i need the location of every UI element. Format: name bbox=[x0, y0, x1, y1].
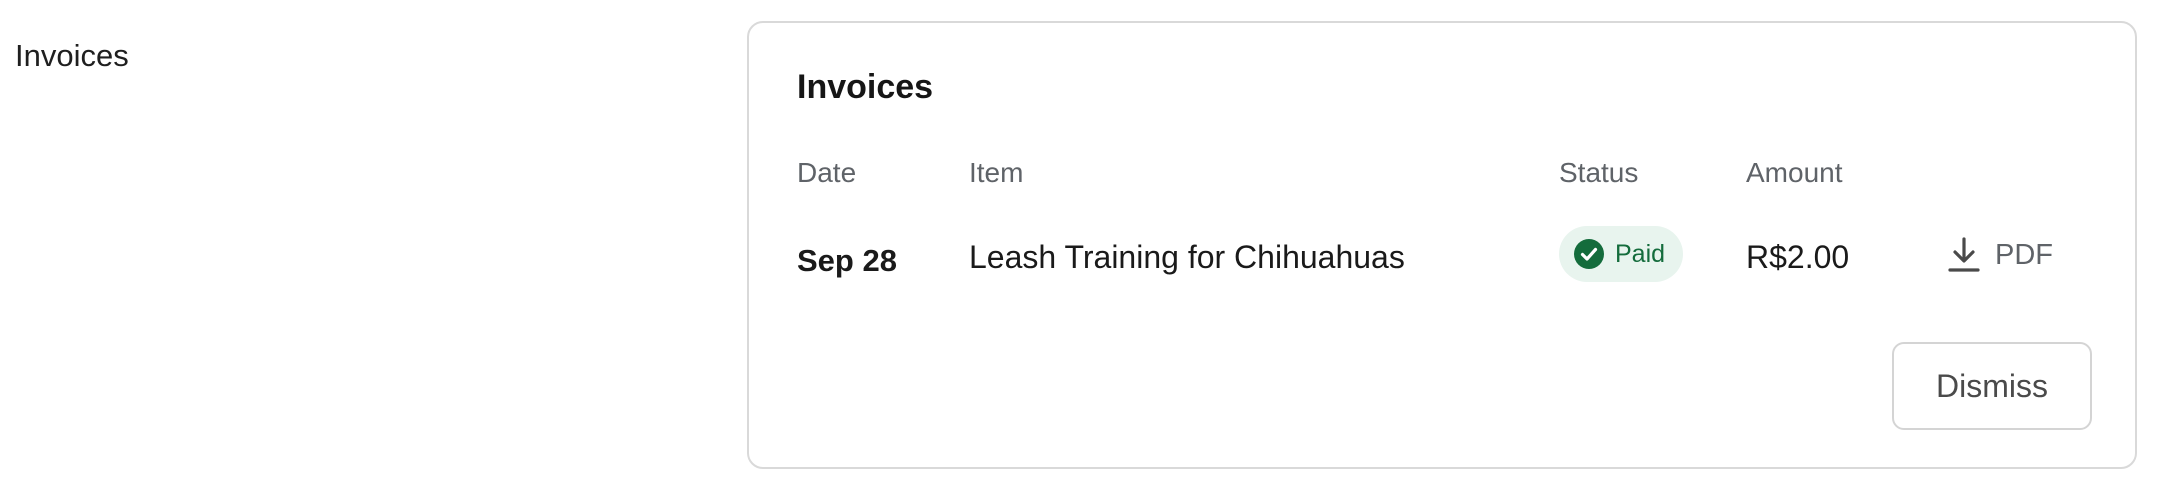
card-title: Invoices bbox=[797, 68, 934, 106]
column-header-amount: Amount bbox=[1746, 157, 1843, 188]
invoice-item: Leash Training for Chihuahuas bbox=[969, 239, 1405, 275]
check-circle-icon bbox=[1574, 239, 1604, 269]
invoice-amount: R$2.00 bbox=[1746, 239, 1850, 275]
download-pdf-label: PDF bbox=[1995, 239, 2053, 271]
dismiss-button[interactable]: Dismiss bbox=[1892, 342, 2092, 430]
column-header-status: Status bbox=[1559, 157, 1639, 188]
column-header-item: Item bbox=[969, 157, 1024, 188]
download-icon bbox=[1948, 237, 1980, 272]
section-label: Invoices bbox=[15, 38, 129, 73]
status-badge: Paid bbox=[1559, 226, 1684, 282]
column-header-date: Date bbox=[797, 157, 857, 188]
status-badge-label: Paid bbox=[1615, 240, 1666, 268]
invoices-card: Invoices Date Item Status Amount Sep 28 … bbox=[747, 21, 2137, 469]
download-pdf-link[interactable]: PDF bbox=[1947, 233, 2053, 277]
page: Invoices Invoices Date Item Status Amoun… bbox=[0, 0, 2160, 504]
invoice-date: Sep 28 bbox=[797, 243, 897, 278]
